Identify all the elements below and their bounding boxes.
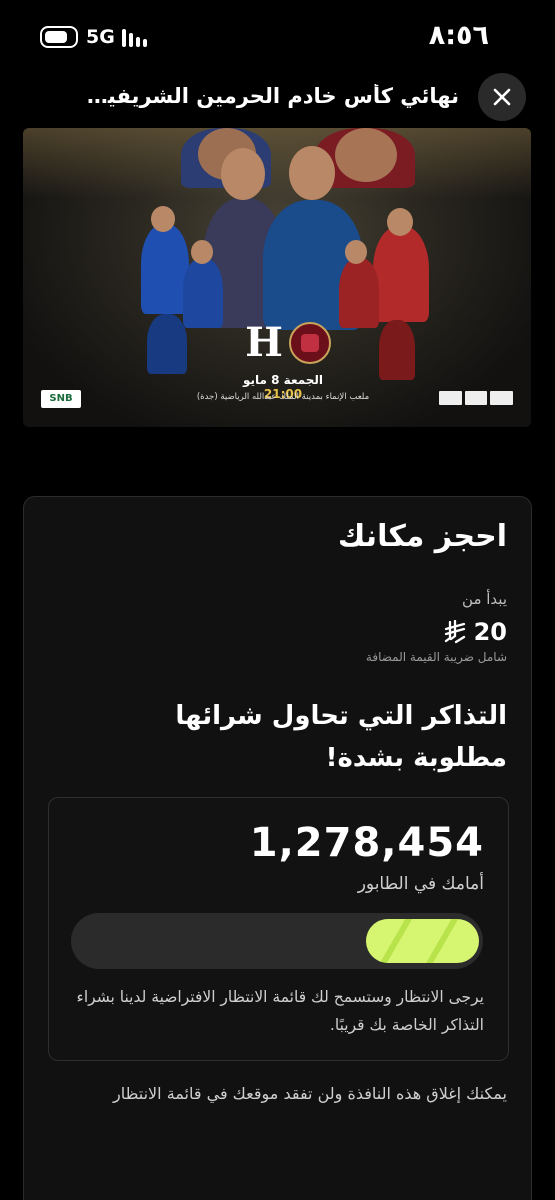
vat-note: شامل ضريبة القيمة المضافة <box>365 650 507 664</box>
queue-count: 1,278,454 <box>249 820 484 866</box>
clock: ٨:٥٦ <box>428 20 489 51</box>
queue-info-text: يرجى الانتظار وستسمح لك قائمة الانتظار ا… <box>76 988 484 1034</box>
match-banner-image: H الجمعة 8 مايو 21:00 ملعب الإنماء بمدين… <box>23 128 531 427</box>
match-venue: ملعب الإنماء بمدينة الملك عبدالله الرياض… <box>196 392 370 402</box>
header: نهائي كأس خادم الحرمين الشريفين - الـ... <box>0 72 555 124</box>
close-button[interactable] <box>478 73 526 121</box>
queue-progress-bar <box>71 913 483 969</box>
match-date: الجمعة 8 مايو <box>242 373 324 387</box>
snb-logo: SNB <box>41 390 81 408</box>
queue-box: 1,278,454 أمامك في الطابور يرجى الانتظار… <box>48 797 509 1061</box>
alhilal-logo: H <box>245 319 283 366</box>
price-row: 20 <box>444 617 507 647</box>
saudi-riyal-icon <box>444 620 465 644</box>
booking-title: احجز مكانك <box>337 519 507 554</box>
starts-from-label: يبدأ من <box>462 590 507 608</box>
signal-icon <box>122 27 152 47</box>
queue-label: أمامك في الطابور <box>357 874 484 894</box>
close-icon <box>493 88 511 106</box>
close-window-note: يمكنك إغلاق هذه النافذة ولن تفقد موقعك ف… <box>113 1084 507 1103</box>
queue-progress-fill <box>366 919 479 963</box>
high-demand-text: التذاكر التي تحاول شرائها مطلوبة بشدة! <box>175 701 507 773</box>
booking-card: احجز مكانك يبدأ من 20 شامل ضريبة القيمة … <box>23 496 532 1200</box>
alkholood-logo <box>289 322 331 364</box>
page-title: نهائي كأس خادم الحرمين الشريفين - الـ... <box>79 84 459 108</box>
sponsor-logos <box>439 391 514 405</box>
price-amount: 20 <box>473 618 507 646</box>
status-bar: 5G ٨:٥٦ <box>0 0 555 70</box>
network-label: 5G <box>86 26 115 48</box>
battery-icon <box>40 26 78 48</box>
